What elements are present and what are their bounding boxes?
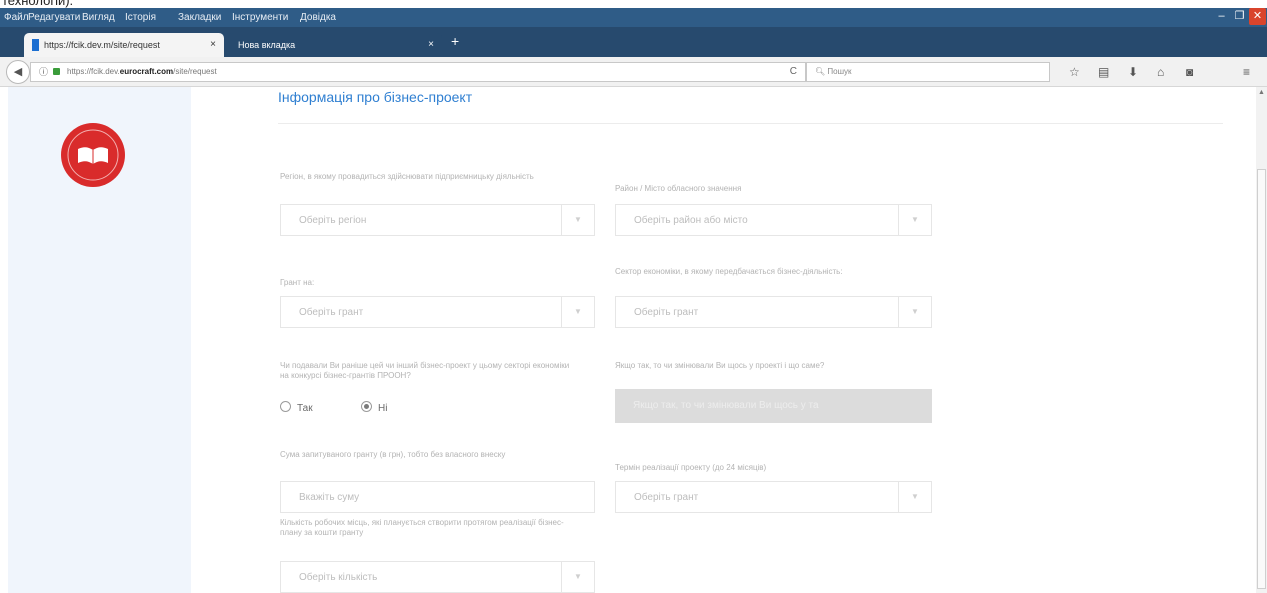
maximize-button[interactable]: ❐ <box>1231 8 1248 25</box>
changes-input: Якщо так, то чи змінювали Ви щось у та <box>615 389 932 423</box>
tab-title: Нова вкладка <box>238 40 296 50</box>
radio-no-label: Ні <box>378 403 388 414</box>
radio-no-indicator[interactable] <box>361 401 372 412</box>
close-window-button[interactable]: ✕ <box>1249 8 1266 25</box>
previous-application-label: Чи подавали Ви раніше цей чи інший бізне… <box>280 361 570 380</box>
lock-icon <box>53 68 60 75</box>
grant-label: Грант на: <box>280 278 315 287</box>
section-title: Інформація про бізнес-проект <box>278 89 473 105</box>
star-icon[interactable]: ☆ <box>1069 65 1080 79</box>
search-input[interactable]: 🔍︎ Пошук <box>806 62 1050 82</box>
grant-select[interactable]: Оберіть грант ▼ <box>280 296 595 328</box>
menu-edit[interactable]: Редагувати <box>28 12 80 23</box>
navigation-toolbar: ◀ ⓘ https://fcik.dev.eurocraft.com/site/… <box>0 57 1267 87</box>
term-select[interactable]: Оберіть грант ▼ <box>615 481 932 513</box>
tab-new[interactable]: Нова вкладка × <box>228 33 442 57</box>
chevron-down-icon: ▼ <box>561 562 594 592</box>
menu-tools[interactable]: Інструменти <box>232 12 288 23</box>
scrollbar[interactable]: ▲ <box>1256 87 1267 593</box>
sidebar <box>8 87 191 593</box>
district-select[interactable]: Оберіть район або місто ▼ <box>615 204 932 236</box>
sector-select[interactable]: Оберіть грант ▼ <box>615 296 932 328</box>
term-label: Термін реалізації проекту (до 24 місяців… <box>615 463 767 472</box>
tab-title: https://fcik.dev.m/site/request <box>44 40 160 50</box>
pocket-icon[interactable]: ◙ <box>1186 65 1193 79</box>
radio-yes-label: Так <box>297 403 313 414</box>
new-tab-button[interactable]: + <box>451 33 459 49</box>
tab-close-icon[interactable]: × <box>428 33 434 57</box>
minimize-button[interactable]: – <box>1213 8 1230 25</box>
chevron-down-icon: ▼ <box>898 205 931 235</box>
jobs-select[interactable]: Оберіть кількість ▼ <box>280 561 595 593</box>
menu-file[interactable]: Файл <box>4 12 29 23</box>
search-icon: 🔍︎ <box>815 67 828 76</box>
library-icon[interactable]: ▤ <box>1098 65 1109 79</box>
menu-bookmarks[interactable]: Закладки <box>178 12 221 23</box>
scroll-up-icon[interactable]: ▲ <box>1258 89 1265 96</box>
radio-yes-indicator[interactable] <box>280 401 291 412</box>
home-icon[interactable]: ⌂ <box>1157 65 1164 79</box>
info-icon[interactable]: ⓘ <box>39 63 48 81</box>
menu-bar: Файл Редагувати Вигляд Історія Закладки … <box>0 8 1267 27</box>
menu-icon[interactable]: ≡ <box>1243 65 1250 79</box>
region-label: Регіон, в якому провадиться здійснювати … <box>280 172 534 181</box>
caption-text: технологій). <box>0 0 1267 8</box>
amount-label: Сума запитуваного гранту (в грн), тобто … <box>280 450 506 459</box>
chevron-down-icon: ▼ <box>898 482 931 512</box>
tab-request[interactable]: https://fcik.dev.m/site/request × <box>24 33 224 57</box>
chevron-down-icon: ▼ <box>898 297 931 327</box>
amount-input[interactable]: Вкажіть суму <box>280 481 595 513</box>
tab-close-icon[interactable]: × <box>210 33 216 57</box>
region-select[interactable]: Оберіть регіон ▼ <box>280 204 595 236</box>
menu-history[interactable]: Історія <box>125 12 156 23</box>
chevron-down-icon: ▼ <box>561 205 594 235</box>
tab-strip: https://fcik.dev.m/site/request × Нова в… <box>0 27 1267 57</box>
page-viewport: Інформація про бізнес-проект Регіон, в я… <box>0 87 1267 593</box>
menu-help[interactable]: Довідка <box>300 12 336 23</box>
district-label: Район / Місто обласного значення <box>615 184 742 193</box>
reload-icon[interactable]: C <box>790 63 797 81</box>
form-area: Інформація про бізнес-проект Регіон, в я… <box>193 87 1256 593</box>
scrollbar-thumb[interactable] <box>1257 169 1266 589</box>
section-divider <box>278 123 1223 124</box>
radio-yes[interactable]: Так <box>280 401 313 414</box>
jobs-label: Кількість робочих місць, які планується … <box>280 518 564 537</box>
address-bar[interactable]: ⓘ https://fcik.dev.eurocraft.com/site/re… <box>30 62 806 82</box>
chevron-down-icon: ▼ <box>561 297 594 327</box>
radio-no[interactable]: Ні <box>361 401 387 414</box>
download-icon[interactable]: ⬇ <box>1128 65 1138 79</box>
sector-label: Сектор економіки, в якому передбачається… <box>615 267 843 276</box>
menu-view[interactable]: Вигляд <box>82 12 115 23</box>
logo-icon <box>61 123 125 187</box>
changes-label: Якщо так, то чи змінювали Ви щось у прое… <box>615 361 825 370</box>
favicon-icon <box>32 39 39 51</box>
back-button[interactable]: ◀ <box>6 60 30 84</box>
url-text: https://fcik.dev.eurocraft.com/site/requ… <box>67 67 217 76</box>
